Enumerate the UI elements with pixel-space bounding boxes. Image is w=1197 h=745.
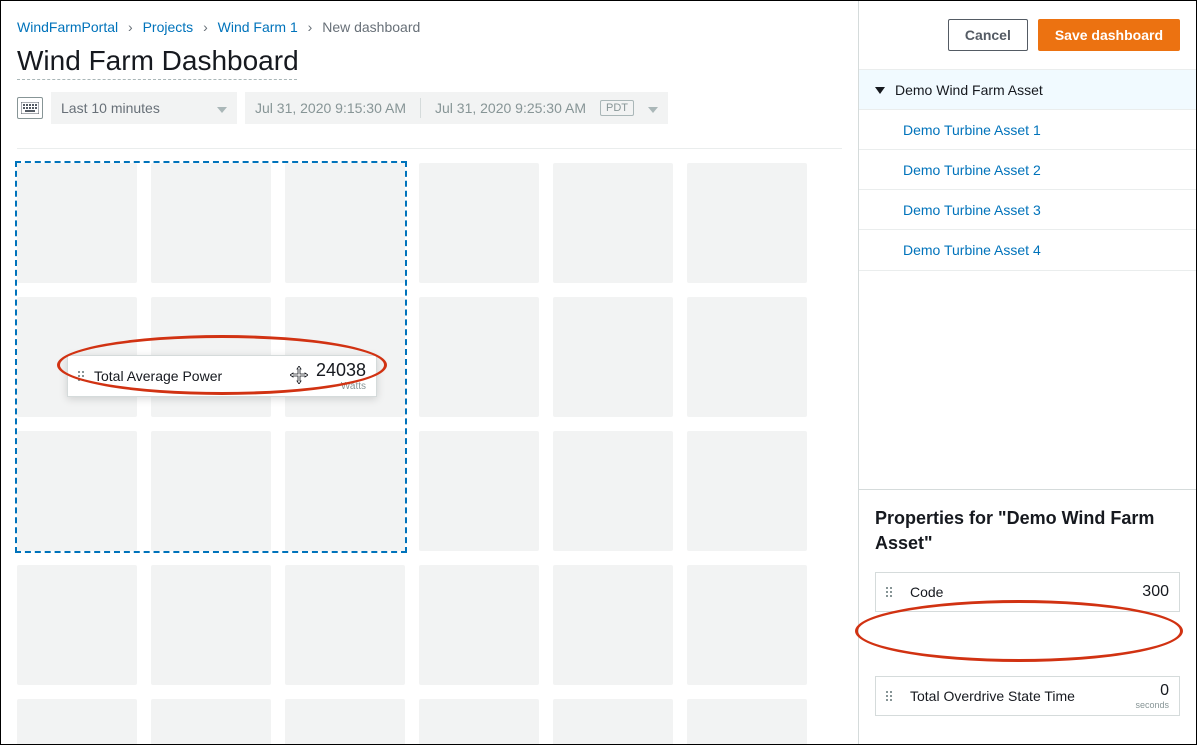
tree-child-label: Demo Turbine Asset 1 [903,122,1041,138]
move-icon [290,366,308,387]
tree-child-label: Demo Turbine Asset 4 [903,242,1041,258]
grid-area: Total Average Power 24038 Watts [1,138,858,744]
app-root: WindFarmPortal › Projects › Wind Farm 1 … [0,0,1197,745]
tree-child-label: Demo Turbine Asset 2 [903,162,1041,178]
property-value: 300 [1142,583,1169,601]
grid-cell[interactable] [553,297,673,417]
tree-child-row[interactable]: Demo Turbine Asset 3 [859,190,1196,230]
drag-label: Total Average Power [94,368,282,384]
grid-cell[interactable] [419,297,539,417]
property-label: Code [910,584,1142,600]
sidebar-actions: Cancel Save dashboard [859,1,1196,69]
property-label: Total Overdrive State Time [910,688,1135,704]
drag-value-number: 24038 [316,360,366,381]
breadcrumb-current: New dashboard [322,19,420,35]
grid-cell[interactable] [553,565,673,685]
main-panel: WindFarmPortal › Projects › Wind Farm 1 … [1,1,858,744]
grid-cell[interactable] [17,565,137,685]
tree-child-row[interactable]: Demo Turbine Asset 4 [859,230,1196,270]
drag-value: 24038 Watts [316,360,366,392]
grid-cell[interactable] [687,297,807,417]
grid-cell[interactable] [687,431,807,551]
property-value-unit: seconds [1135,700,1169,710]
caret-down-icon [875,82,885,98]
chevron-right-icon: › [128,19,133,35]
grid-cell[interactable] [151,699,271,744]
start-time: Jul 31, 2020 9:15:30 AM [255,100,406,116]
dashboard-grid[interactable]: Total Average Power 24038 Watts [17,163,842,744]
divider [420,98,421,118]
grid-cell[interactable] [285,163,405,283]
grid-cell[interactable] [419,565,539,685]
caret-down-icon [217,100,227,116]
grid-cell[interactable] [285,565,405,685]
time-range-label: Last 10 minutes [61,100,160,116]
tree-child-row[interactable]: Demo Turbine Asset 2 [859,150,1196,190]
tree-parent-label: Demo Wind Farm Asset [895,82,1043,98]
time-controls: Last 10 minutes Jul 31, 2020 9:15:30 AM … [1,86,858,138]
grid-cell[interactable] [687,699,807,744]
properties-heading: Properties for "Demo Wind Farm Asset" [875,506,1180,556]
property-card-code[interactable]: Code 300 [875,572,1180,612]
dragging-property-card[interactable]: Total Average Power 24038 Watts [67,355,377,397]
title-row [1,45,858,86]
chevron-right-icon: › [203,19,208,35]
property-value-number: 300 [1142,583,1169,600]
grid-cell[interactable] [553,699,673,744]
tree-child-label: Demo Turbine Asset 3 [903,202,1041,218]
breadcrumb-portal[interactable]: WindFarmPortal [17,19,118,35]
breadcrumb: WindFarmPortal › Projects › Wind Farm 1 … [1,1,858,45]
grid-cell[interactable] [419,699,539,744]
breadcrumb-projects[interactable]: Projects [143,19,194,35]
chevron-right-icon: › [308,19,313,35]
grid-cell[interactable] [151,431,271,551]
drag-value-unit: Watts [316,381,366,392]
keyboard-icon[interactable] [17,97,43,119]
grid-cell[interactable] [419,431,539,551]
spacer [859,271,1196,489]
save-dashboard-button[interactable]: Save dashboard [1038,19,1180,51]
grid-cell[interactable] [151,565,271,685]
grid-cell[interactable] [17,431,137,551]
breadcrumb-windfarm1[interactable]: Wind Farm 1 [218,19,298,35]
grid-cell[interactable] [419,163,539,283]
grid-cell[interactable] [17,163,137,283]
grip-icon [886,587,892,597]
time-range-select[interactable]: Last 10 minutes [51,92,237,124]
cancel-button[interactable]: Cancel [948,19,1028,51]
properties-panel: Properties for "Demo Wind Farm Asset" Co… [859,489,1196,744]
grid-cell[interactable] [553,163,673,283]
sidebar: Cancel Save dashboard Demo Wind Farm Ass… [858,1,1196,744]
grid-cell[interactable] [285,431,405,551]
timezone-badge: PDT [600,100,634,116]
property-value-number: 0 [1160,682,1169,699]
grid-cell[interactable] [151,163,271,283]
grid-cell[interactable] [553,431,673,551]
tree-child-row[interactable]: Demo Turbine Asset 1 [859,110,1196,150]
property-value: 0 seconds [1135,682,1169,710]
grid-cell[interactable] [687,565,807,685]
caret-down-icon [648,100,658,116]
dashboard-title-input[interactable] [17,45,297,80]
grid-cell[interactable] [17,699,137,744]
divider [17,148,842,149]
grip-icon [78,371,84,381]
property-card-overdrive[interactable]: Total Overdrive State Time 0 seconds [875,676,1180,716]
tree-parent-row[interactable]: Demo Wind Farm Asset [859,70,1196,110]
grid-cell[interactable] [687,163,807,283]
grip-icon [886,691,892,701]
grid-cell[interactable] [285,699,405,744]
end-time: Jul 31, 2020 9:25:30 AM [435,100,586,116]
time-range-display[interactable]: Jul 31, 2020 9:15:30 AM Jul 31, 2020 9:2… [245,92,668,124]
asset-tree: Demo Wind Farm Asset Demo Turbine Asset … [859,69,1196,271]
